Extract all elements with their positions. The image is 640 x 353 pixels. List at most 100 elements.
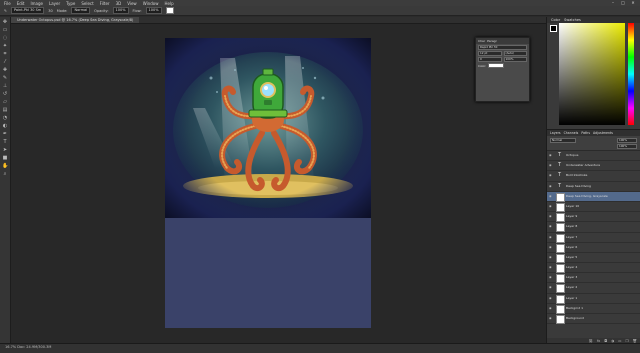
visibility-eye-icon[interactable]: ◉ [549, 174, 553, 177]
visibility-eye-icon[interactable]: ◉ [549, 204, 553, 208]
visibility-eye-icon[interactable]: ◉ [549, 154, 553, 157]
visibility-eye-icon[interactable]: ◉ [549, 215, 553, 218]
layer-name: Layer 6 [566, 244, 578, 249]
layer-row[interactable]: ◉ T Octopus [547, 151, 640, 162]
shape-icon[interactable]: ■ [2, 155, 8, 161]
layer-row[interactable]: ◉ Layer 9 [547, 212, 640, 223]
path-select-icon[interactable]: ➤ [2, 147, 8, 153]
visibility-eye-icon[interactable]: ◉ [549, 194, 553, 198]
character-panel[interactable]: Char Paragr Rapid Pkl 30 12 pt (Auto) 0 … [475, 37, 530, 102]
menu-item-image[interactable]: Image [30, 1, 43, 6]
visibility-eye-icon[interactable]: ◉ [549, 164, 553, 167]
layer-row[interactable]: ◉ Layer 5 [547, 253, 640, 264]
dodge-icon[interactable]: ◐ [2, 123, 8, 129]
layer-opacity-field[interactable]: 100% [617, 138, 637, 143]
zoom-level[interactable]: 16.7% [5, 345, 16, 349]
minimize-icon[interactable]: – [610, 1, 616, 5]
pen-icon[interactable]: ✒ [2, 131, 8, 137]
menu-item-file[interactable]: File [4, 1, 11, 6]
menu-item-window[interactable]: Window [143, 1, 159, 6]
blur-icon[interactable]: ◔ [2, 115, 8, 121]
mode-select[interactable]: Normal [71, 7, 91, 14]
layer-row[interactable]: ◉ T Underwater Adventure [547, 161, 640, 172]
layer-row[interactable]: ◉ T Deep Sea Diving [547, 182, 640, 192]
lasso-icon[interactable]: ◌ [2, 35, 8, 41]
opacity-field[interactable]: 100% [112, 7, 129, 14]
text-color-swatch[interactable] [488, 63, 505, 68]
layer-name: Layer 10 [566, 203, 580, 208]
hand-icon[interactable]: ✋ [2, 163, 8, 169]
layer-fill-field[interactable]: 100% [617, 144, 637, 149]
eyedropper-icon[interactable]: ⁄ [2, 59, 8, 65]
menu-item-edit[interactable]: Edit [17, 1, 25, 6]
brush-preset-picker[interactable]: Paint-Pkl 30 Sm [10, 7, 45, 14]
layer-thumbnail [556, 284, 565, 294]
menu-item-type[interactable]: Type [66, 1, 75, 6]
gradient-icon[interactable]: ▤ [2, 107, 8, 113]
visibility-eye-icon[interactable]: ◉ [549, 296, 553, 300]
crop-icon[interactable]: ⌗ [2, 51, 8, 57]
menu-item-filter[interactable]: Filter [100, 1, 110, 6]
layer-row[interactable]: ◉ Layer 1 [547, 294, 640, 304]
scale-field[interactable]: 100% [503, 57, 527, 62]
menu-item-view[interactable]: View [127, 1, 137, 6]
tab-paragraph[interactable]: Paragr [487, 38, 497, 44]
layer-name: Octopus [566, 153, 579, 157]
visibility-eye-icon[interactable]: ◉ [549, 255, 553, 259]
move-icon[interactable]: ✥ [2, 19, 8, 25]
layer-row[interactable]: ◉ T Bold Inkstroke [547, 171, 640, 182]
leading-field[interactable]: (Auto) [503, 51, 527, 56]
visibility-eye-icon[interactable]: ◉ [549, 266, 553, 269]
visibility-eye-icon[interactable]: ◉ [549, 286, 553, 289]
menu-item-select[interactable]: Select [81, 1, 93, 6]
tools-panel: ✥ ▭ ◌ ✦ ⌗ ⁄ ✚ ✎ ⊥ ↺ ▱ ▤ ◔ ◐ ✒ T ➤ ■ ✋ ⌕ [0, 17, 11, 343]
document-tab[interactable]: Underwater Octopus.psd @ 16.7% (Deep Sea… [11, 17, 140, 23]
layer-row[interactable]: ◉ Layer 6 [547, 243, 640, 253]
layer-name: Deep Sea Diving, Grayscale [566, 193, 608, 198]
color-picker-field[interactable] [559, 23, 625, 125]
menu-item-3d[interactable]: 3D [116, 1, 122, 6]
type-icon[interactable]: T [2, 139, 8, 145]
document-canvas[interactable] [165, 38, 371, 328]
close-icon[interactable]: ✕ [630, 1, 636, 5]
blend-mode-select[interactable]: Normal [550, 138, 576, 143]
zoom-icon[interactable]: ⌕ [2, 171, 8, 177]
stamp-icon[interactable]: ⊥ [2, 83, 8, 89]
font-size-field[interactable]: 12 pt [478, 51, 502, 56]
visibility-eye-icon[interactable]: ◉ [549, 225, 553, 228]
menu-item-help[interactable]: Help [164, 1, 173, 6]
layer-row[interactable]: ◉ Layer 4 [547, 263, 640, 274]
healing-icon[interactable]: ✚ [2, 67, 8, 73]
flow-field[interactable]: 100% [145, 7, 162, 14]
visibility-eye-icon[interactable]: ◉ [549, 235, 553, 239]
mode-label: Mode: [56, 8, 68, 13]
visibility-eye-icon[interactable]: ◉ [549, 184, 553, 188]
tracking-field[interactable]: 0 [478, 57, 502, 62]
color-swatch[interactable] [165, 7, 174, 14]
brush-icon[interactable]: ✎ [2, 75, 8, 81]
visibility-eye-icon[interactable]: ◉ [549, 306, 553, 310]
layer-row[interactable]: ◉ Layer 7 [547, 233, 640, 243]
layer-row[interactable]: ◉ Layer 3 [547, 273, 640, 284]
history-brush-icon[interactable]: ↺ [2, 91, 8, 97]
quick-select-icon[interactable]: ✦ [2, 43, 8, 49]
opacity-label: Opacity: [94, 8, 109, 13]
maximize-icon[interactable]: □ [620, 1, 626, 5]
visibility-eye-icon[interactable]: ◉ [549, 276, 553, 279]
layer-row[interactable]: ◉ Layer 8 [547, 222, 640, 233]
eraser-icon[interactable]: ▱ [2, 99, 8, 105]
hue-slider[interactable] [628, 23, 634, 125]
layer-row[interactable]: ◉ Background [547, 314, 640, 325]
layer-row[interactable]: ◉ Layer 2 [547, 283, 640, 294]
brush-icon[interactable]: ✎ [4, 9, 7, 13]
font-family-select[interactable]: Rapid Pkl 30 [478, 45, 527, 50]
tab-character[interactable]: Char [478, 38, 485, 44]
layer-row[interactable]: ◉ Deep Sea Diving, Grayscale [547, 191, 640, 202]
foreground-color-swatch[interactable] [550, 25, 557, 32]
menu-item-layer[interactable]: Layer [49, 1, 60, 6]
visibility-eye-icon[interactable]: ◉ [549, 245, 553, 249]
visibility-eye-icon[interactable]: ◉ [549, 317, 553, 320]
layer-row[interactable]: ◉ Layer 10 [547, 202, 640, 213]
marquee-icon[interactable]: ▭ [2, 27, 8, 33]
layer-row[interactable]: ◉ Backgrnd 1 [547, 304, 640, 314]
